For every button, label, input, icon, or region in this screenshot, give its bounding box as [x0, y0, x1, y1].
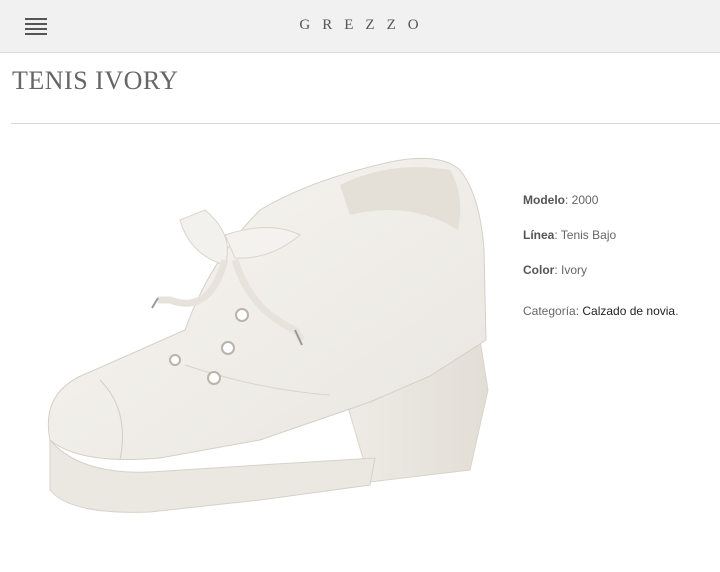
detail-categoria: Categoría: Calzado de novia. [523, 304, 679, 318]
detail-linea: Línea: Tenis Bajo [523, 228, 617, 242]
product-title: TENIS IVORY [12, 66, 179, 95]
top-navigation-bar: GREZZO [0, 0, 720, 53]
detail-modelo: Modelo: 2000 [523, 193, 599, 207]
product-details: Modelo: 2000 Línea: Tenis Bajo Color: Iv… [523, 192, 678, 338]
detail-color: Color: Ivory [523, 263, 588, 277]
category-link[interactable]: Calzado de novia [582, 304, 675, 318]
title-divider [11, 123, 720, 124]
brand-logo[interactable]: GREZZO [0, 17, 720, 34]
ivory-wedge-sneaker-image [47, 157, 489, 513]
